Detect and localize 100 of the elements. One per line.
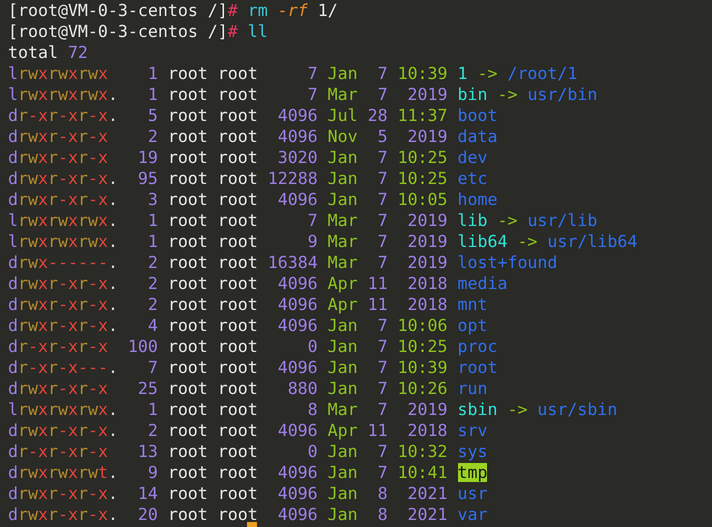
day-text: 7 — [378, 64, 388, 83]
owner-text: root — [168, 358, 208, 377]
year-text: 2019 — [408, 211, 448, 230]
time-text: 10:05 — [398, 190, 448, 209]
file-size: 4096 — [278, 274, 318, 293]
link-target: usr/bin — [527, 85, 598, 104]
arrow-text: -> — [507, 400, 528, 419]
group-text: root — [218, 106, 258, 125]
group-text: root — [218, 127, 258, 146]
month-text: Jan — [328, 169, 358, 188]
link-count: 25 — [138, 379, 158, 398]
day-text: 8 — [378, 484, 388, 503]
group-text: root — [218, 505, 258, 524]
day-text: 7 — [378, 379, 388, 398]
owner-text: root — [168, 127, 208, 146]
file-name: data — [458, 127, 498, 146]
link-count: 20 — [138, 505, 158, 524]
day-text: 7 — [378, 253, 388, 272]
file-size: 3020 — [278, 148, 318, 167]
day-text: 7 — [378, 169, 388, 188]
link-count: 4 — [148, 316, 158, 335]
link-count: 19 — [138, 148, 158, 167]
link-count: 100 — [128, 337, 158, 356]
file-name: srv — [458, 421, 488, 440]
file-size: 4096 — [278, 463, 318, 482]
month-text: Jan — [328, 505, 358, 524]
month-text: Jan — [328, 148, 358, 167]
time-text: 10:06 — [398, 316, 448, 335]
year-text: 2018 — [408, 274, 448, 293]
day-text: 7 — [378, 148, 388, 167]
time-text: 10:25 — [398, 169, 448, 188]
file-name: home — [458, 190, 498, 209]
day-text: 7 — [378, 337, 388, 356]
group-text: root — [218, 337, 258, 356]
file-name: tmp — [458, 463, 488, 482]
group-text: root — [218, 211, 258, 230]
file-size: 4096 — [278, 421, 318, 440]
total-label: total — [8, 43, 58, 62]
group-text: root — [218, 484, 258, 503]
file-name: var — [458, 505, 488, 524]
owner-text: root — [168, 316, 208, 335]
file-size: 7 — [308, 85, 318, 104]
file-size: 4096 — [278, 484, 318, 503]
file-name: opt — [458, 316, 488, 335]
link-count: 2 — [148, 274, 158, 293]
month-text: Jan — [328, 463, 358, 482]
link-count: 5 — [148, 106, 158, 125]
file-name: bin — [458, 85, 488, 104]
group-text: root — [218, 442, 258, 461]
day-text: 7 — [378, 442, 388, 461]
owner-text: root — [168, 337, 208, 356]
file-name: sys — [458, 442, 488, 461]
file-name: sbin — [458, 400, 498, 419]
year-text: 2021 — [408, 505, 448, 524]
owner-text: root — [168, 463, 208, 482]
file-name: lib64 — [458, 232, 508, 251]
time-text: 10:41 — [398, 463, 448, 482]
link-count: 2 — [148, 295, 158, 314]
file-size: 7 — [308, 211, 318, 230]
file-size: 0 — [308, 442, 318, 461]
year-text: 2019 — [408, 127, 448, 146]
day-text: 11 — [368, 295, 388, 314]
group-text: root — [218, 421, 258, 440]
month-text: Jan — [328, 379, 358, 398]
command-text: rm — [248, 1, 268, 20]
group-text: root — [218, 190, 258, 209]
file-name: mnt — [458, 295, 488, 314]
day-text: 11 — [368, 421, 388, 440]
month-text: Mar — [328, 85, 358, 104]
month-text: Jan — [328, 316, 358, 335]
month-text: Apr — [328, 421, 358, 440]
owner-text: root — [168, 85, 208, 104]
link-count: 7 — [148, 358, 158, 377]
month-text: Mar — [328, 211, 358, 230]
owner-text: root — [168, 295, 208, 314]
time-text: 10:25 — [398, 148, 448, 167]
arrow-text: -> — [517, 232, 538, 251]
file-size: 12288 — [268, 169, 318, 188]
owner-text: root — [168, 169, 208, 188]
arrow-text: -> — [477, 64, 498, 83]
link-count: 3 — [148, 190, 158, 209]
day-text: 7 — [378, 316, 388, 335]
day-text: 11 — [368, 274, 388, 293]
year-text: 2018 — [408, 421, 448, 440]
arrow-text: -> — [497, 85, 518, 104]
file-name: root — [458, 358, 498, 377]
owner-text: root — [168, 484, 208, 503]
file-name: proc — [458, 337, 498, 356]
time-text: 10:25 — [398, 337, 448, 356]
group-text: root — [218, 232, 258, 251]
day-text: 7 — [378, 463, 388, 482]
link-count: 13 — [138, 442, 158, 461]
file-name: boot — [458, 106, 498, 125]
month-text: Jan — [328, 442, 358, 461]
link-count: 2 — [148, 253, 158, 272]
time-text: 10:32 — [398, 442, 448, 461]
day-text: 7 — [378, 85, 388, 104]
total-value: 72 — [68, 43, 88, 62]
link-count: 9 — [148, 463, 158, 482]
file-name: dev — [458, 148, 488, 167]
